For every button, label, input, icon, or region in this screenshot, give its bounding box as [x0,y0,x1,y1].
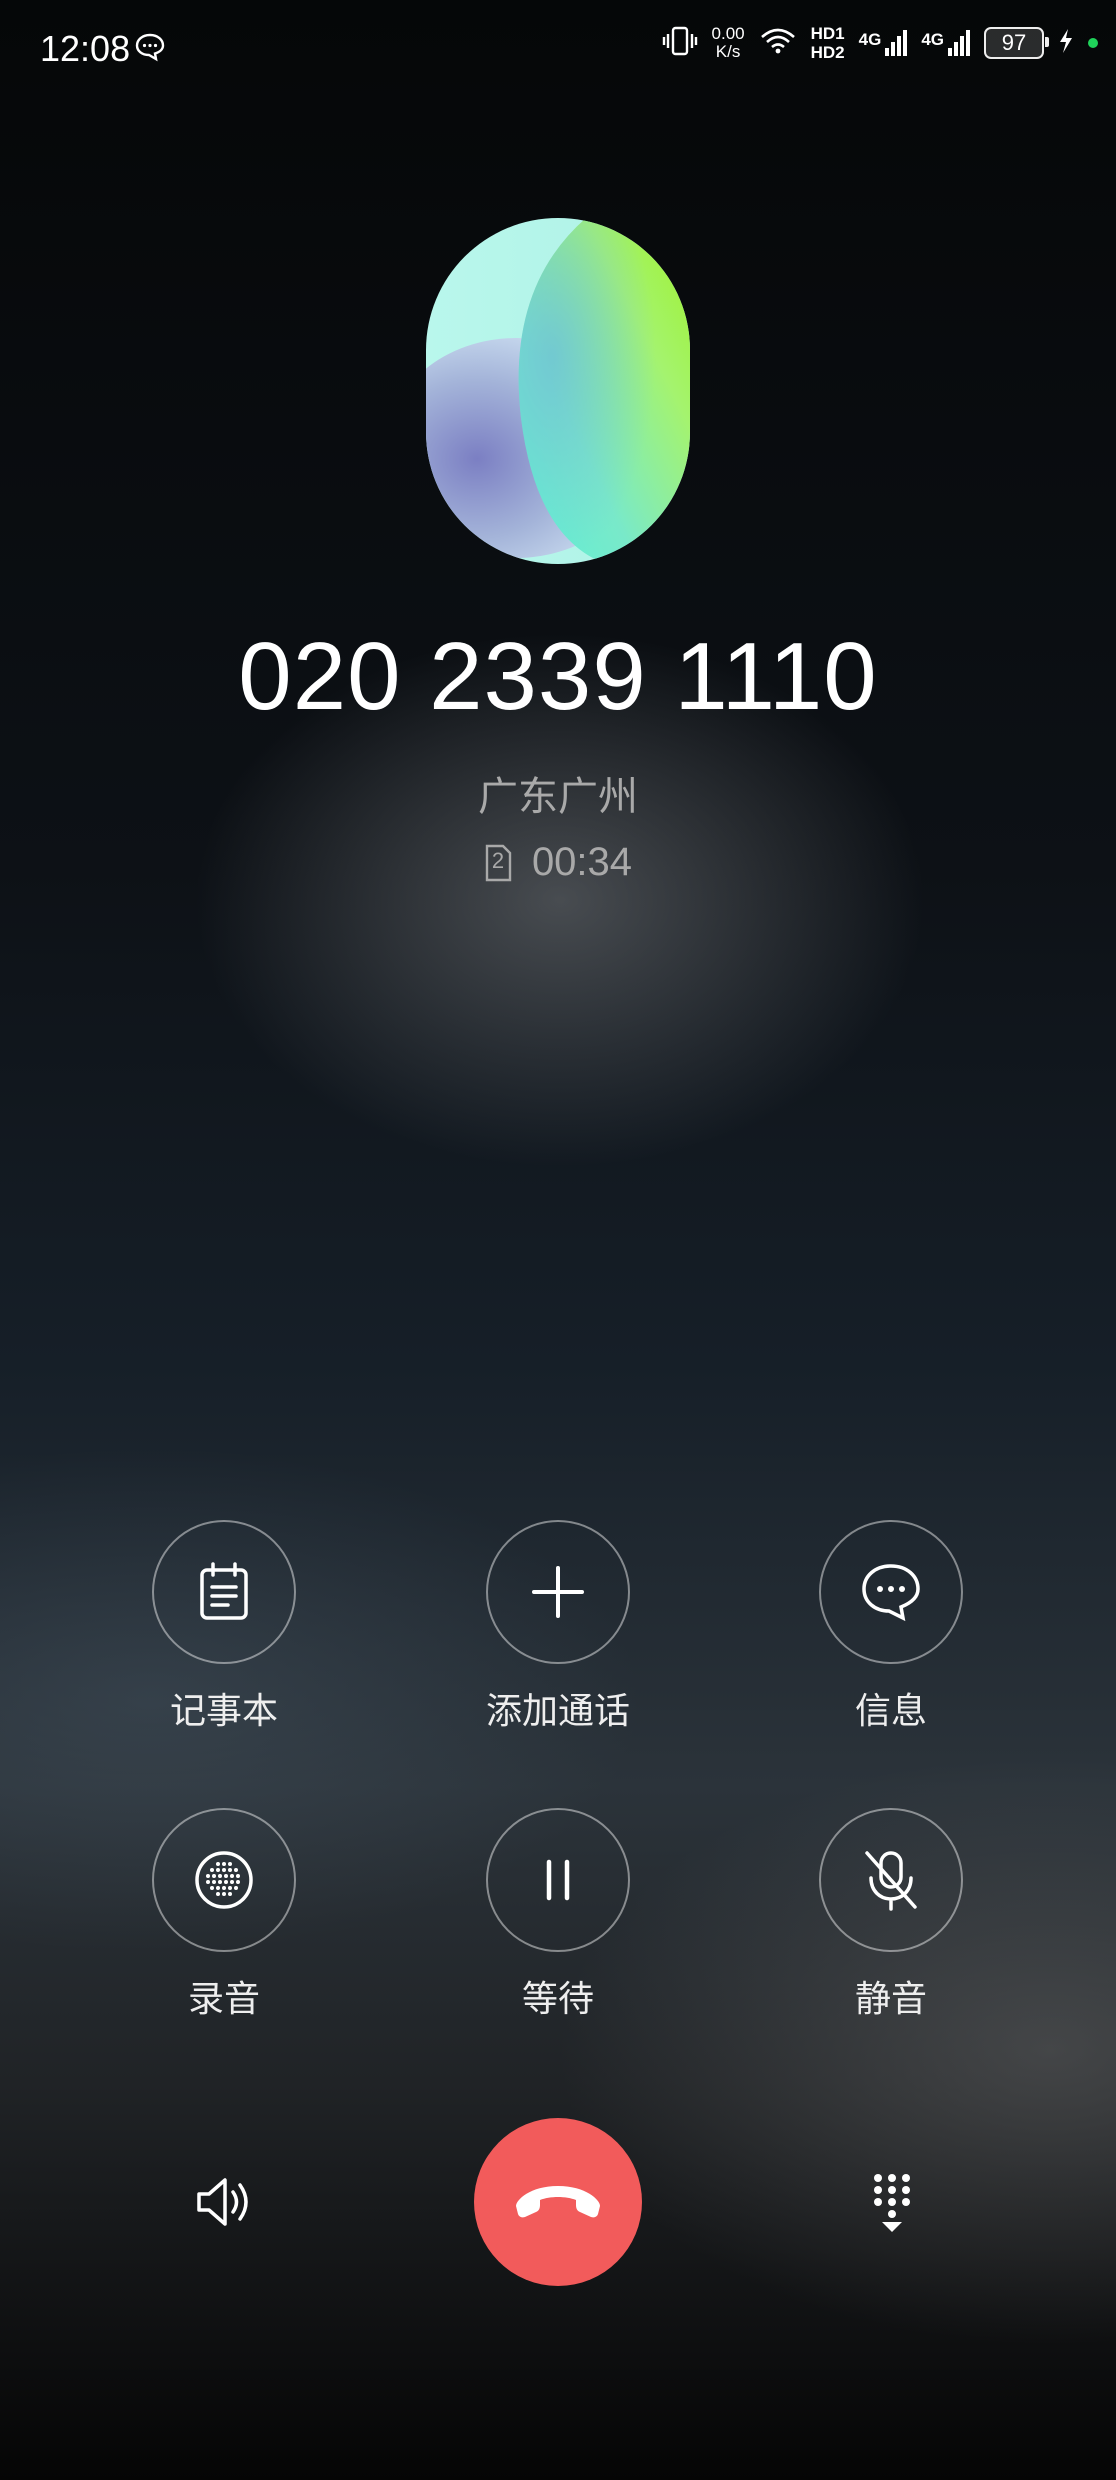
mute-label: 静音 [854,1979,927,2020]
message-button[interactable]: 信息 [781,1520,1001,1734]
end-call-button[interactable] [474,2118,642,2286]
notepad-label: 记事本 [169,1691,278,1732]
hold-icon [486,1808,630,1952]
call-duration: 00:34 [531,840,633,884]
call-duration-row: 2 00:34 [0,840,1116,885]
hd2-label: HD2 [810,43,845,62]
net-speed-unit: K/s [715,42,741,61]
sim1-network-label: 4G [858,30,882,49]
notepad-button[interactable]: 记事本 [114,1520,334,1734]
record-label: 录音 [187,1979,260,2020]
mute-icon [819,1808,963,1952]
hold-label: 等待 [521,1979,594,2020]
sim-card-icon: 2 [484,844,512,882]
notepad-icon [152,1520,296,1664]
mute-button[interactable]: 静音 [781,1808,1001,2022]
sim2-network-label: 4G [921,30,944,49]
record-icon [152,1808,296,1952]
hd-indicator: HD1 HD2 [811,24,845,62]
message-icon [819,1520,963,1664]
message-label: 信息 [854,1691,927,1732]
net-speed-value: 0.00 [711,24,745,43]
status-time: 12:08 [40,28,131,69]
add-call-label: 添加通话 [485,1691,630,1732]
record-button[interactable]: 录音 [114,1808,334,2022]
caller-number: 020 2339 1110 [238,623,878,730]
network-speed: 0.00 K/s [712,25,745,61]
charging-icon [1058,28,1074,59]
status-icons: 0.00 K/s HD1 HD2 4G 4G 97 [662,24,1098,62]
wifi-icon [759,26,797,61]
speaker-icon[interactable] [165,2142,285,2262]
signal-icon: 4G [859,30,908,56]
end-call-icon [510,2176,606,2228]
vibrate-icon [662,26,698,61]
battery-level: 97 [1001,30,1027,55]
signal-icon: 4G [921,30,970,56]
sim-slot-number: 2 [491,847,505,873]
add-call-icon [486,1520,630,1664]
chat-bubble-icon [134,32,166,66]
add-call-button[interactable]: 添加通话 [448,1520,668,1734]
caller-location: 广东广州 [478,774,638,820]
battery-icon: 97 [984,27,1049,59]
dialpad-icon[interactable] [832,2142,952,2262]
contact-avatar [426,218,690,564]
privacy-dot [1088,38,1098,48]
hold-button[interactable]: 等待 [448,1808,668,2022]
hd1-label: HD1 [810,24,845,43]
